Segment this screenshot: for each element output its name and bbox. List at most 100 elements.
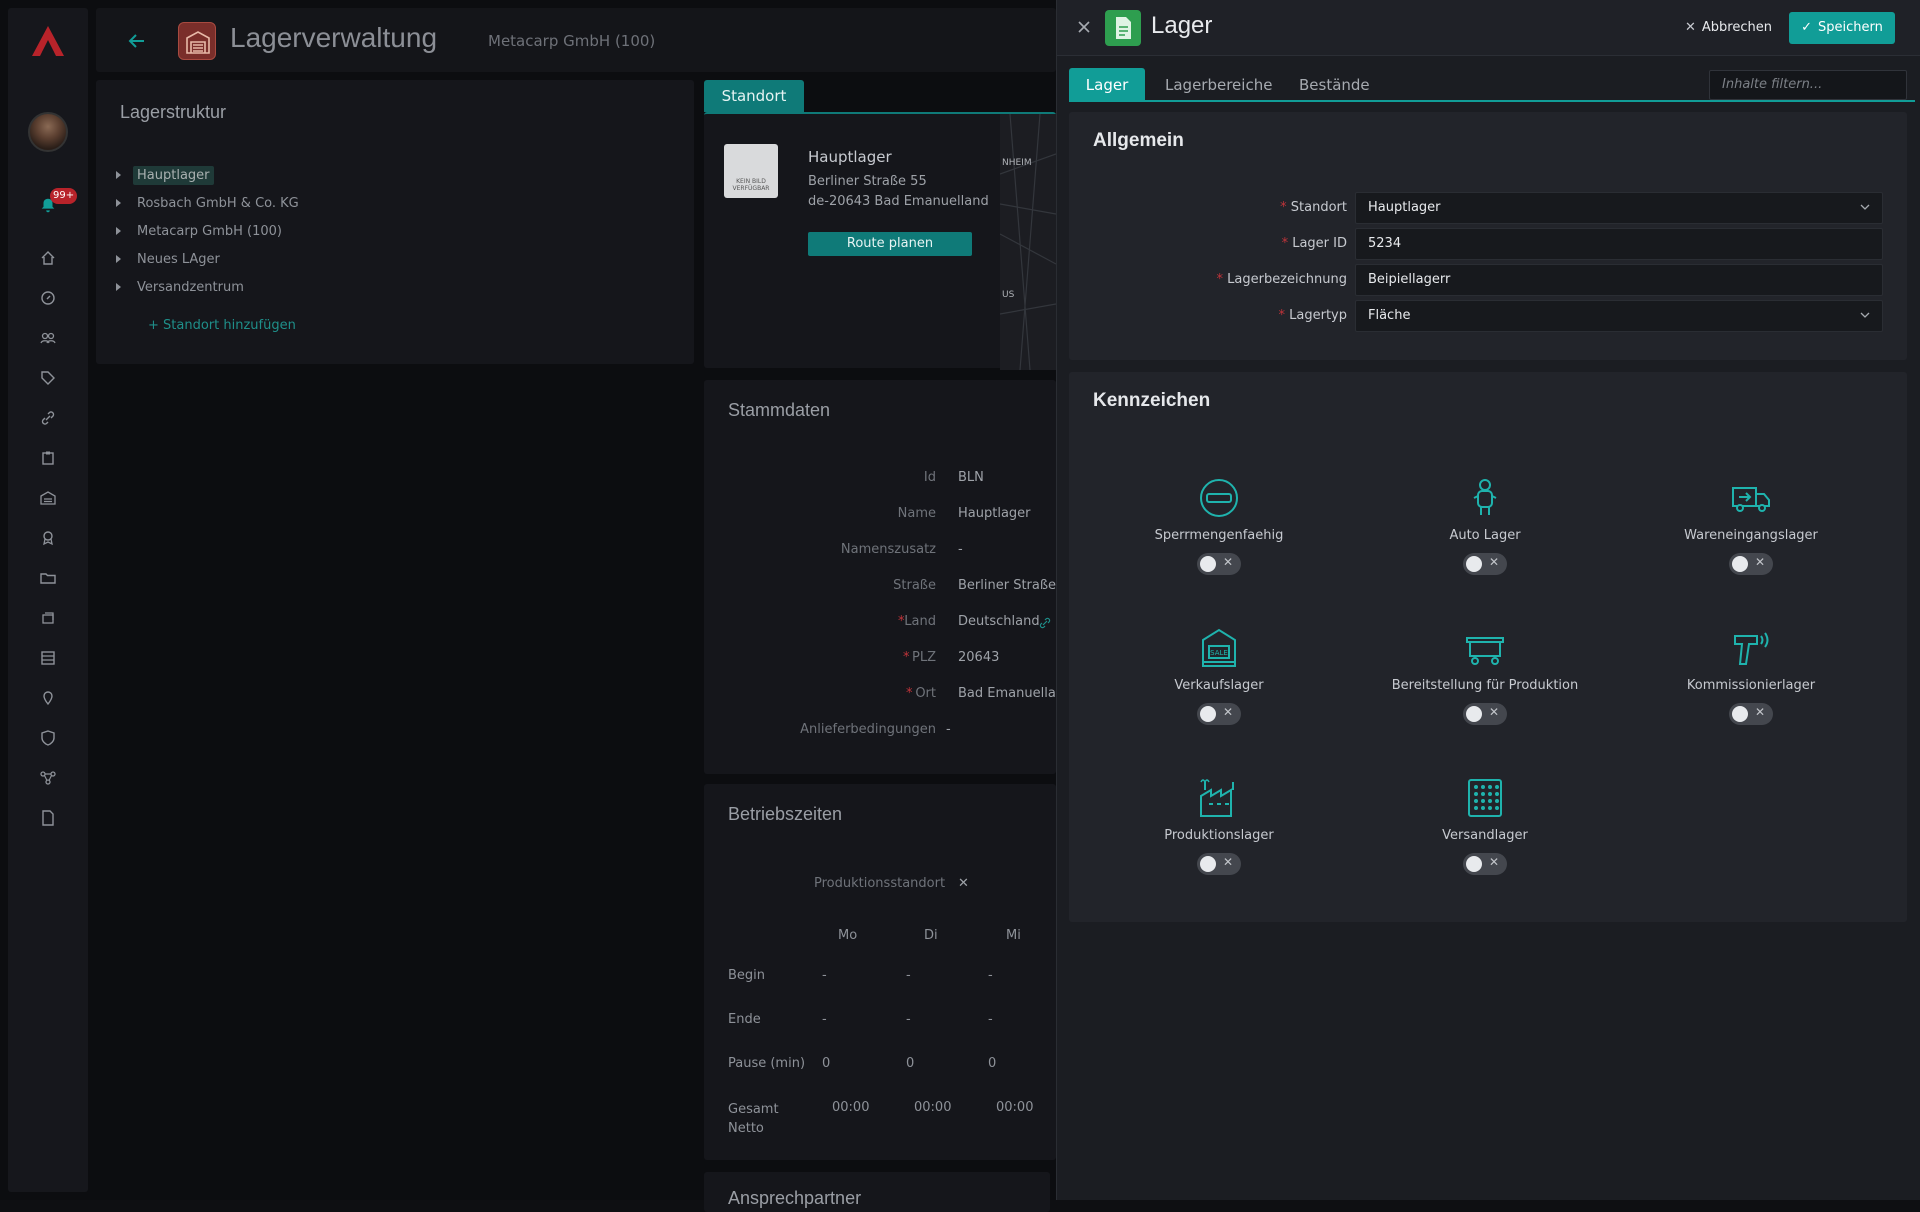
cell: - [822,1012,827,1027]
general-card: Allgemein * Standort Hauptlager * Lager … [1069,112,1907,360]
sidebar: 99+ [8,8,88,1192]
operating-hours-title: Betriebszeiten [728,804,843,824]
caret-right-icon[interactable] [116,283,121,291]
standort-label: * Standort [1280,200,1347,215]
folder-icon[interactable] [38,568,58,588]
badge-icon[interactable] [38,528,58,548]
cell: 00:00 [996,1100,1034,1115]
tree-item-rosbach[interactable]: Rosbach GmbH & Co. KG [116,192,303,214]
cell: - [822,968,827,983]
standort-select[interactable]: Hauptlager [1355,192,1883,224]
caret-right-icon[interactable] [116,171,121,179]
route-button[interactable]: Route planen [808,232,972,256]
compass-icon[interactable] [38,288,58,308]
lager-id-label: * Lager ID [1281,236,1347,251]
kommissionierlager-toggle[interactable]: ✕ [1729,703,1773,725]
flag-produktionslager: Produktionslager ✕ [1099,776,1339,879]
stack-icon[interactable] [38,608,58,628]
map-label: US [1002,290,1015,300]
field-value: BLN [958,470,984,485]
lagertyp-select[interactable]: Fläche [1355,300,1883,332]
cell: 00:00 [832,1100,870,1115]
link-icon[interactable] [1038,616,1052,630]
field-label: Straße [893,578,936,593]
filter-input[interactable]: Inhalte filtern... [1709,70,1907,100]
link-icon[interactable] [38,408,58,428]
dialog-header: Lager ✕ Abbrechen ✓ Speichern [1057,0,1920,56]
tree-item-neues-lager[interactable]: Neues LAger [116,248,224,270]
cell: 0 [906,1056,915,1071]
verkaufslager-toggle[interactable]: ✕ [1197,703,1241,725]
flag-versandlager: Versandlager ✕ [1365,776,1605,879]
sperrmengenfaehig-toggle[interactable]: ✕ [1197,553,1241,575]
tag-icon[interactable] [38,368,58,388]
auto-lager-toggle[interactable]: ✕ [1463,553,1507,575]
wareneingangslager-toggle[interactable]: ✕ [1729,553,1773,575]
avatar[interactable] [28,112,68,152]
tree-item-metacarp[interactable]: Metacarp GmbH (100) [116,220,286,242]
tab-standort[interactable]: Standort [704,80,804,112]
pallet-icon [1468,779,1502,817]
row-label: Ende [728,1012,761,1027]
location-pin-icon[interactable] [38,688,58,708]
clipboard-icon[interactable] [38,448,58,468]
row-label: Gesamt Netto [728,1102,779,1136]
cancel-button[interactable]: ✕ Abbrechen [1685,14,1772,42]
back-arrow-icon[interactable] [126,30,148,52]
add-location-button[interactable]: + Standort hinzufügen [148,318,296,333]
lagerbezeichnung-input[interactable]: Beipiellagerr [1355,264,1883,296]
versandlager-toggle[interactable]: ✕ [1463,853,1507,875]
tab-lager[interactable]: Lager [1069,68,1145,100]
day-header: Mi [1006,928,1021,943]
flags-card: Kennzeichen Sperrmengenfaehig ✕ Auto Lag… [1069,372,1907,922]
flag-kommissionierlager: Kommissionierlager ✕ [1631,626,1871,729]
tree-item-versandzentrum[interactable]: Versandzentrum [116,276,248,298]
field-label: PLZ [912,650,936,665]
field-label: Id [923,470,936,485]
produktionslager-toggle[interactable]: ✕ [1197,853,1241,875]
contacts-title: Ansprechpartner [728,1188,862,1208]
field-label: Ort [915,686,936,701]
caret-right-icon[interactable] [116,199,121,207]
flag-wareneingangslager: Wareneingangslager ✕ [1631,476,1871,579]
save-button[interactable]: ✓ Speichern [1789,12,1895,44]
bereitstellung-toggle[interactable]: ✕ [1463,703,1507,725]
network-icon[interactable] [38,768,58,788]
users-icon[interactable] [38,328,58,348]
location-street: Berliner Straße 55 [808,174,927,189]
check-icon: ✓ [1801,20,1813,35]
field-value: 20643 [958,650,1000,665]
tree-item-hauptlager[interactable]: Hauptlager [116,164,214,186]
location-card: KEIN BILD VERFÜGBAR Hauptlager Berliner … [704,112,1056,370]
caret-right-icon[interactable] [116,227,121,235]
warehouse-tree-panel: Lagerstruktur Hauptlager Rosbach GmbH & … [96,80,694,364]
scanner-icon [1734,632,1769,665]
document-icon[interactable] [38,808,58,828]
cell: - [906,968,911,983]
field-label: Anlieferbedingungen [800,722,936,737]
tab-bestaende[interactable]: Bestände [1299,68,1370,100]
factory-icon [1200,779,1234,817]
lager-id-input[interactable]: 5234 [1355,228,1883,260]
lagerbezeichnung-label: * Lagerbezeichnung [1216,272,1347,287]
cell: 0 [822,1056,831,1071]
field-label: Namenszusatz [840,542,936,557]
shield-icon[interactable] [38,728,58,748]
master-data-title: Stammdaten [728,400,831,420]
map-view[interactable]: NHEIM US [1000,114,1056,370]
location-city: de-20643 Bad Emanuelland [808,194,989,209]
operating-hours-panel: Betriebszeiten Produktionsstandort ✕ Mo … [704,784,1056,1160]
close-icon[interactable] [1077,20,1091,34]
app-logo-icon[interactable] [28,22,68,62]
archive-icon[interactable] [38,648,58,668]
cell: - [988,1012,993,1027]
location-name: Hauptlager [808,148,892,166]
contacts-panel: Ansprechpartner [704,1172,1050,1212]
warehouse-icon[interactable] [38,488,58,508]
tab-lagerbereiche[interactable]: Lagerbereiche [1165,68,1272,100]
field-label: Name [897,506,936,521]
cart-icon [1466,637,1504,665]
home-icon[interactable] [38,248,58,268]
caret-right-icon[interactable] [116,255,121,263]
chevron-down-icon [1860,312,1870,318]
